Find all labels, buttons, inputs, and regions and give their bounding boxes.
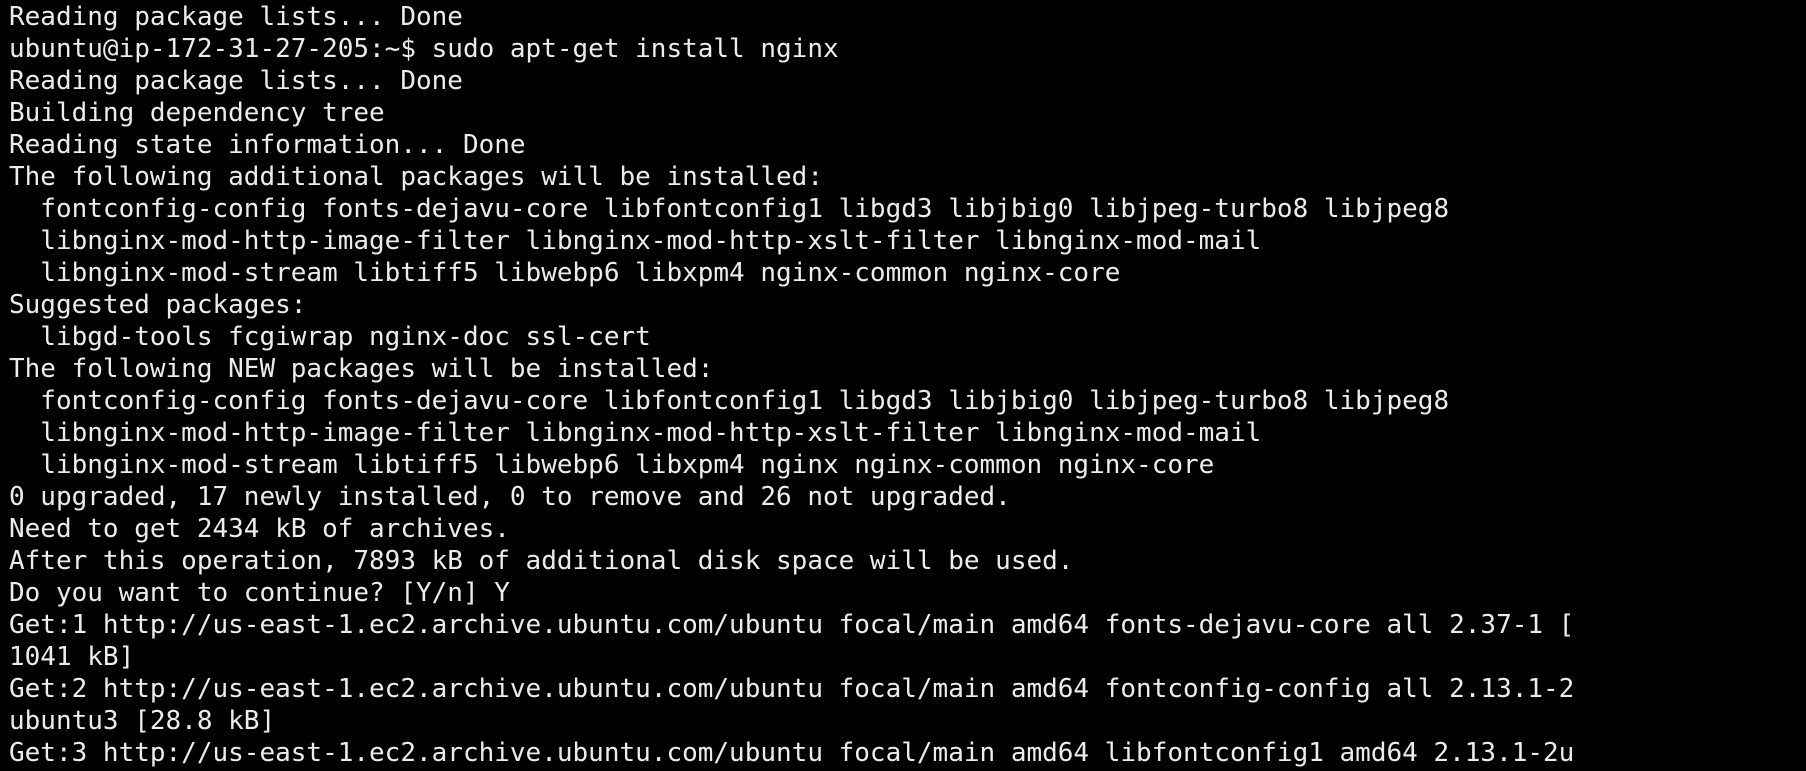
- terminal-line: Get:1 http://us-east-1.ec2.archive.ubunt…: [9, 610, 1575, 640]
- terminal-line: Reading package lists... Done: [9, 66, 463, 96]
- terminal-line: After this operation, 7893 kB of additio…: [9, 546, 1074, 576]
- terminal-line: libnginx-mod-http-image-filter libnginx-…: [9, 226, 1262, 256]
- terminal-line: Do you want to continue? [Y/n] Y: [9, 578, 510, 608]
- terminal-line: libnginx-mod-stream libtiff5 libwebp6 li…: [9, 258, 1121, 288]
- terminal-line: libnginx-mod-http-image-filter libnginx-…: [9, 418, 1262, 448]
- terminal-line: libgd-tools fcgiwrap nginx-doc ssl-cert: [9, 322, 651, 352]
- terminal-line: libnginx-mod-stream libtiff5 libwebp6 li…: [9, 450, 1215, 480]
- terminal-line: fontconfig-config fonts-dejavu-core libf…: [9, 194, 1450, 224]
- terminal-line: Get:2 http://us-east-1.ec2.archive.ubunt…: [9, 674, 1575, 704]
- terminal-line: The following NEW packages will be insta…: [9, 354, 714, 384]
- terminal-line: Reading package lists... Done: [9, 2, 463, 32]
- terminal-line: 1041 kB]: [9, 642, 135, 672]
- terminal-line: Need to get 2434 kB of archives.: [9, 514, 510, 544]
- terminal-line: Reading state information... Done: [9, 130, 526, 160]
- terminal-line: The following additional packages will b…: [9, 162, 823, 192]
- terminal-line: ubuntu3 [28.8 kB]: [9, 706, 276, 736]
- terminal-line: 0 upgraded, 17 newly installed, 0 to rem…: [9, 482, 1011, 512]
- terminal-window[interactable]: Reading package lists... Done ubuntu@ip-…: [0, 0, 1806, 771]
- terminal-line: Building dependency tree: [9, 98, 385, 128]
- terminal-line: Get:3 http://us-east-1.ec2.archive.ubunt…: [9, 738, 1575, 768]
- terminal-line: Suggested packages:: [9, 290, 307, 320]
- terminal-line: fontconfig-config fonts-dejavu-core libf…: [9, 386, 1450, 416]
- terminal-prompt-line: ubuntu@ip-172-31-27-205:~$ sudo apt-get …: [9, 34, 839, 64]
